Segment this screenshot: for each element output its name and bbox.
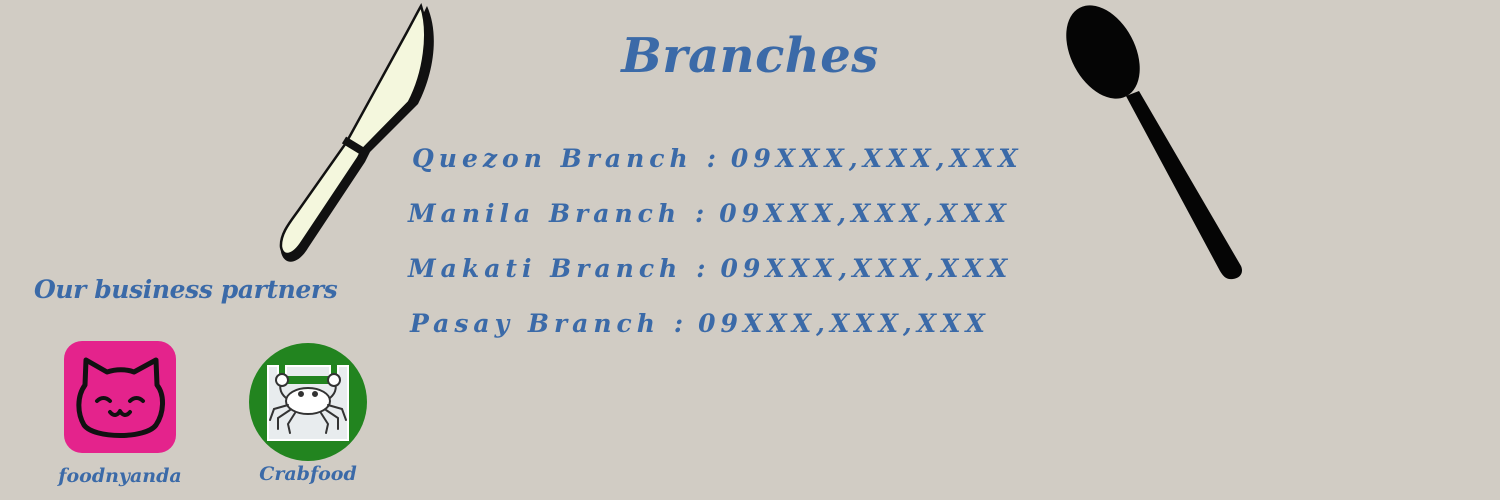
branch-separator: : [696,254,711,283]
branch-phone: 09XXX,XXX,XXX [719,199,1012,228]
branch-row-quezon: Quezon Branch:09XXX,XXX,XXX [412,144,1023,173]
partner-name: foodnyanda [58,465,182,487]
partner-name: Crabfood [259,463,357,485]
branch-row-manila: Manila Branch:09XXX,XXX,XXX [408,199,1011,228]
partner-crabfood[interactable]: Crabfood [232,342,384,485]
branch-separator: : [706,144,721,173]
cat-logo-icon [64,341,176,453]
branch-name: Manila Branch [408,199,682,228]
page-title: Branches [621,28,879,84]
partner-foodnyanda[interactable]: foodnyanda [44,341,196,487]
branch-separator: : [695,199,710,228]
branch-separator: : [673,309,689,338]
branch-phone: 09XXX,XXX,XXX [698,309,990,338]
branch-row-pasay: Pasay Branch:09XXX,XXX,XXX [410,309,990,338]
crab-logo-icon [249,343,367,461]
branch-name: Makati Branch [408,254,683,283]
branch-phone: 09XXX,XXX,XXX [730,144,1023,173]
knife-icon [279,2,434,262]
branch-name: Quezon Branch [412,144,693,173]
branch-row-makati: Makati Branch:09XXX,XXX,XXX [408,254,1012,283]
partners-title: Our business partners [34,275,338,304]
branch-phone: 09XXX,XXX,XXX [720,254,1013,283]
spoon-icon [1066,5,1243,280]
branch-name: Pasay Branch [410,309,660,338]
